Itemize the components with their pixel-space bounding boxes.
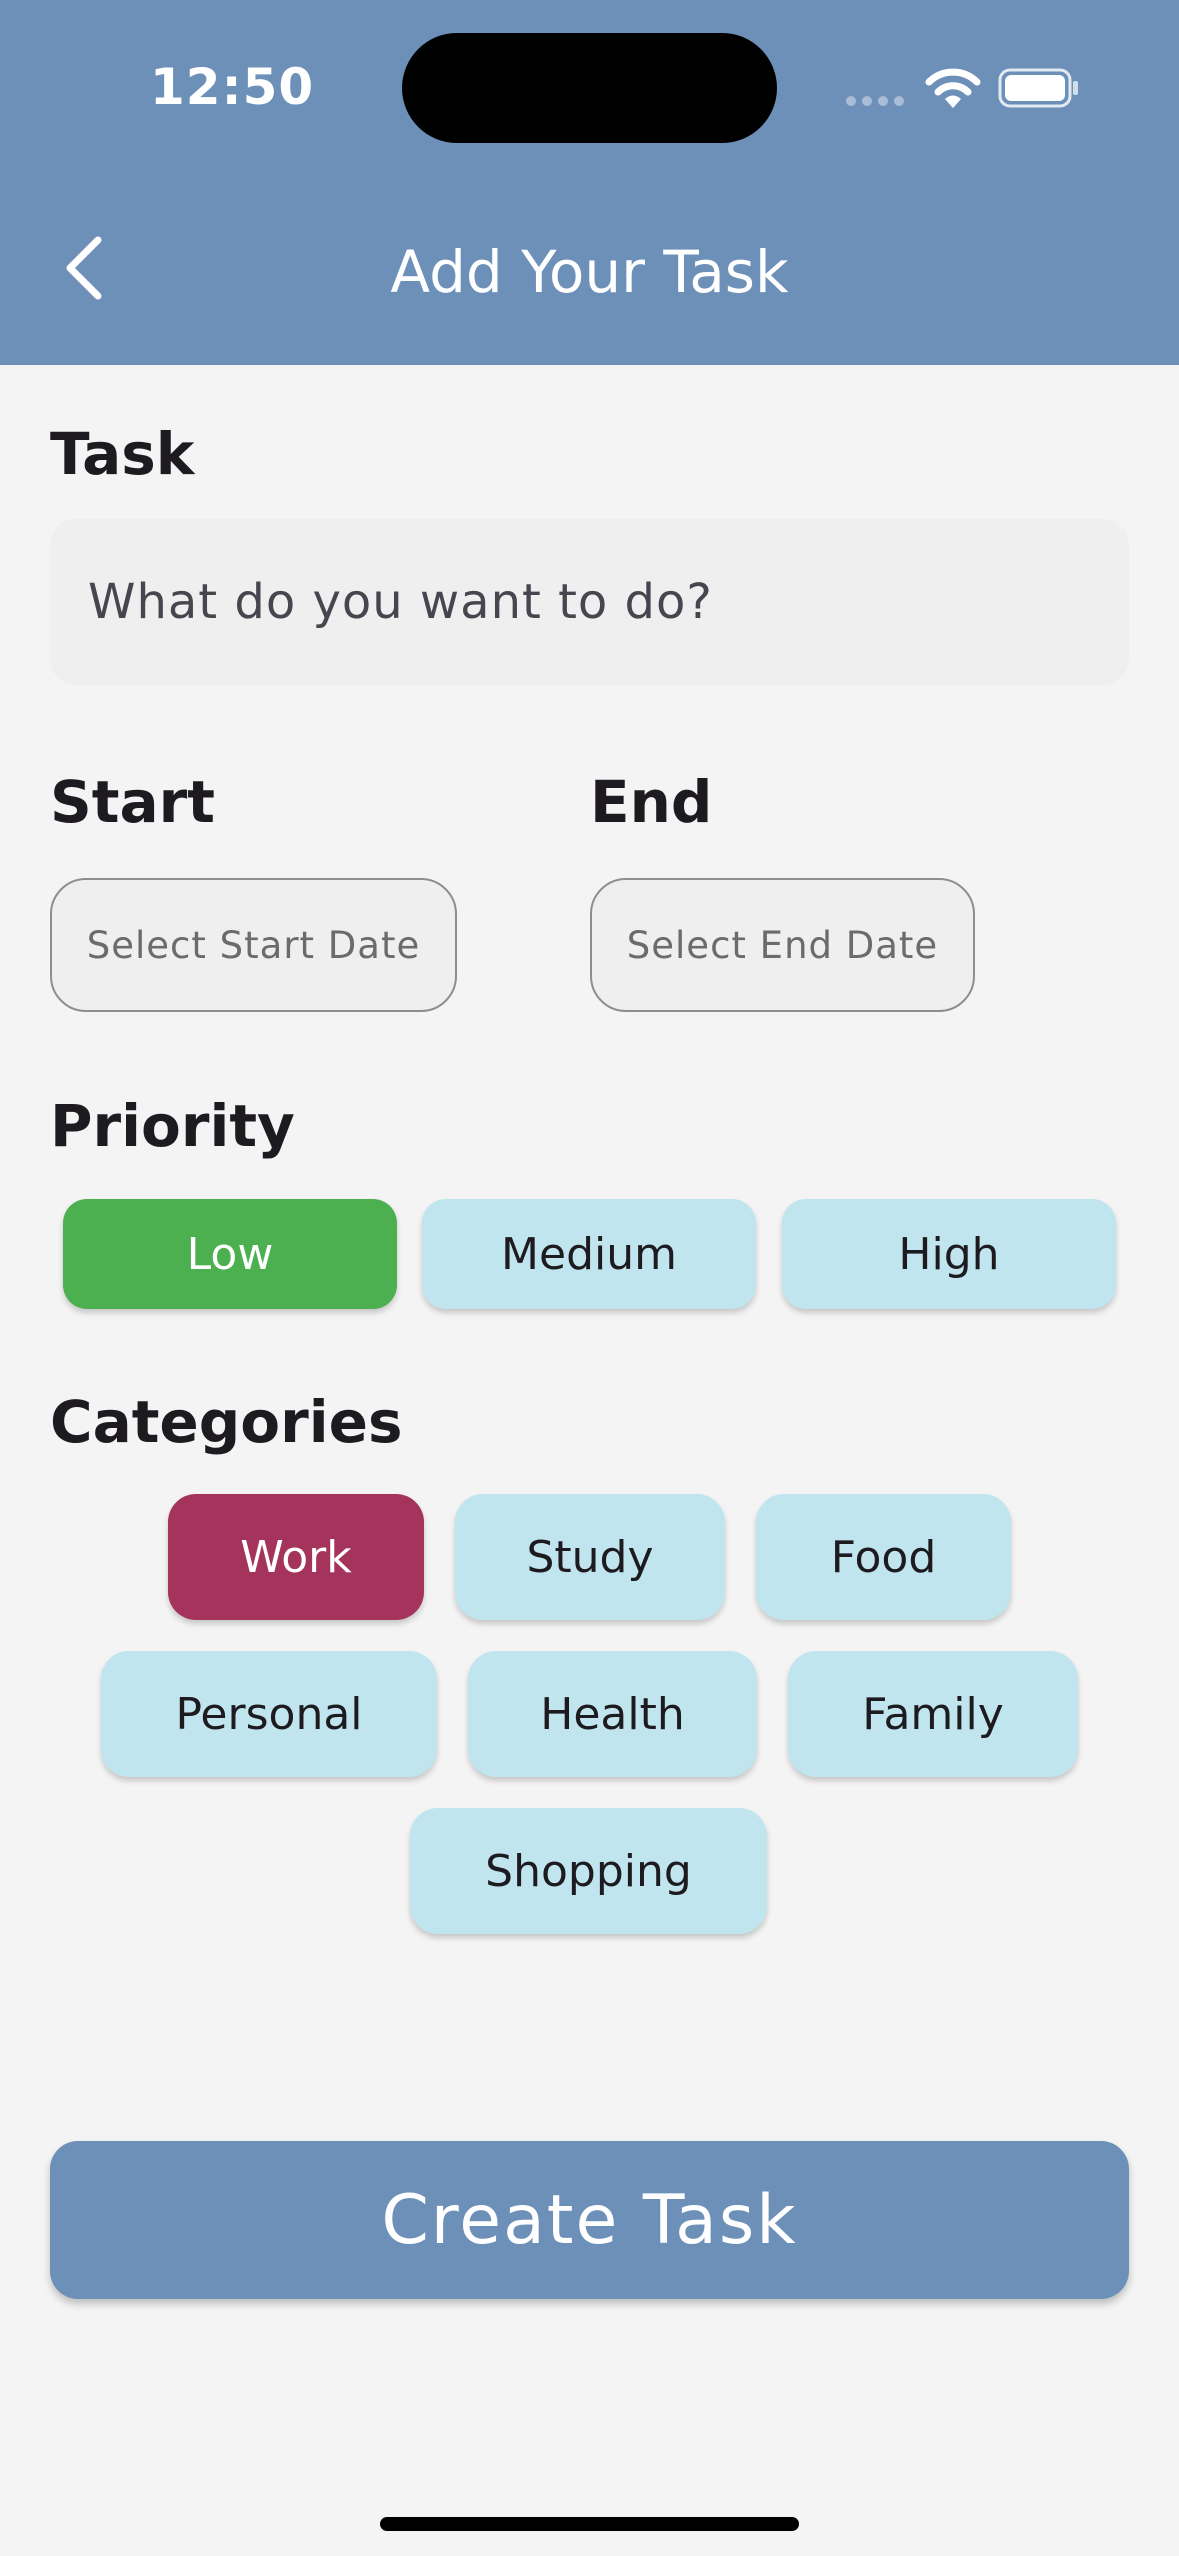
- category-chip-personal[interactable]: Personal: [101, 1651, 437, 1777]
- priority-chip-medium[interactable]: Medium: [422, 1199, 756, 1309]
- category-chip-food[interactable]: Food: [756, 1494, 1011, 1620]
- priority-label: Priority: [50, 1092, 295, 1160]
- priority-chip-low[interactable]: Low: [63, 1199, 397, 1309]
- wifi-icon: [925, 68, 981, 108]
- cellular-signal-icon: [846, 96, 904, 106]
- select-start-date-button[interactable]: Select Start Date: [50, 878, 457, 1012]
- select-end-date-button[interactable]: Select End Date: [590, 878, 975, 1012]
- category-chip-study[interactable]: Study: [455, 1494, 725, 1620]
- task-input[interactable]: [50, 519, 1129, 685]
- start-label: Start: [50, 768, 215, 836]
- end-label: End: [590, 768, 713, 836]
- home-indicator[interactable]: [380, 2517, 799, 2531]
- page-title: Add Your Task: [390, 238, 789, 306]
- category-chip-shopping[interactable]: Shopping: [410, 1808, 767, 1934]
- dynamic-island: [402, 33, 777, 143]
- category-chip-health[interactable]: Health: [468, 1651, 757, 1777]
- app-header: 12:50 Add Your Task: [0, 0, 1179, 365]
- battery-icon: [998, 68, 1078, 108]
- category-chip-work[interactable]: Work: [168, 1494, 424, 1620]
- category-chip-family[interactable]: Family: [788, 1651, 1078, 1777]
- status-time: 12:50: [150, 58, 315, 116]
- task-label: Task: [50, 420, 195, 488]
- priority-chip-high[interactable]: High: [782, 1199, 1116, 1309]
- create-task-button[interactable]: Create Task: [50, 2141, 1129, 2299]
- categories-label: Categories: [50, 1388, 403, 1456]
